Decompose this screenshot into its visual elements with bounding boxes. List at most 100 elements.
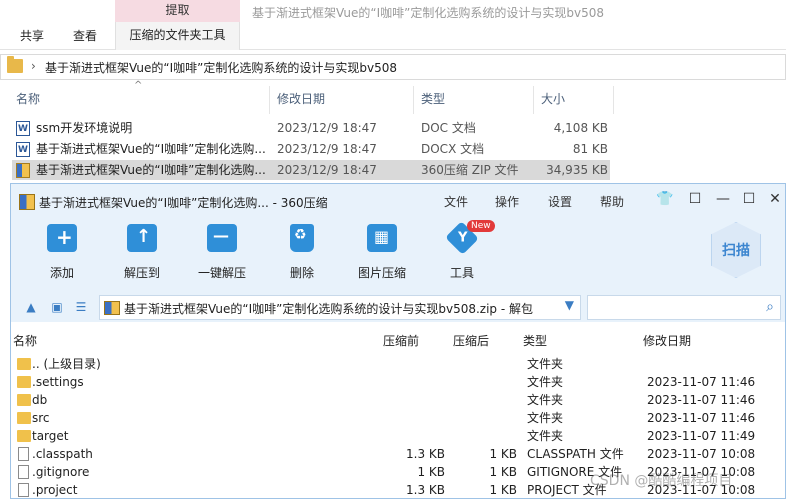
tools-label: 工具 [449, 266, 474, 280]
add-button[interactable]: 添加 [27, 224, 97, 281]
archive-path-field[interactable]: 基于渐进式框架Vue的“I咖啡”定制化选购系统的设计与实现bv508.zip -… [99, 295, 581, 320]
address-bar[interactable]: › 基于渐进式框架Vue的“I咖啡”定制化选购系统的设计与实现bv508 [0, 54, 786, 80]
watermark: CSDN @酷酷编程项目 [590, 473, 733, 489]
entry-type: CLASSPATH 文件 [527, 447, 624, 461]
minimize-icon[interactable]: — [713, 191, 733, 207]
zip-archive-icon [16, 163, 30, 178]
entry-type: 文件夹 [527, 357, 564, 371]
entry-type: 文件夹 [527, 411, 564, 425]
zip-nav-bar: ▲ ▣ ☰ 基于渐进式框架Vue的“I咖啡”定制化选购系统的设计与实现bv508… [11, 292, 785, 322]
column-header-name[interactable]: 名称 [16, 86, 270, 114]
folder-icon [17, 394, 31, 406]
menu-help[interactable]: 帮助 [600, 193, 624, 210]
maximize-icon[interactable]: ☐ [739, 191, 759, 207]
entry-date: 2023-11-07 11:49 [647, 429, 756, 443]
file-row-selected[interactable]: 基于渐进式框架Vue的“I咖啡”定制化选购... 2023/12/9 18:47… [12, 160, 610, 180]
file-type: DOC 文档 [421, 121, 476, 135]
menu-file[interactable]: 文件 [444, 193, 468, 210]
word-doc-icon [16, 119, 30, 139]
column-header-modified[interactable]: 修改日期 [643, 332, 691, 350]
skin-icon[interactable]: 👕 [655, 191, 675, 207]
entry-name: .project [32, 483, 78, 497]
entry-name: .gitignore [32, 465, 90, 479]
one-click-extract-label: 一键解压 [197, 266, 246, 280]
entry-type: 文件夹 [527, 375, 564, 389]
menu-settings[interactable]: 设置 [548, 193, 572, 210]
file-icon [18, 465, 29, 479]
up-arrow-icon[interactable]: ▲ [23, 300, 39, 314]
archive-row[interactable]: .. (上级目录) 文件夹 [11, 355, 785, 373]
add-icon [47, 224, 77, 252]
entry-date: 2023-11-07 11:46 [647, 411, 756, 425]
tab-extract[interactable]: 提取 [115, 0, 240, 22]
feedback-icon[interactable]: ☐ [685, 191, 705, 207]
column-header-type[interactable]: 类型 [523, 332, 547, 350]
file-row[interactable]: 基于渐进式框架Vue的“I咖啡”定制化选购... 2023/12/9 18:47… [12, 139, 610, 160]
thumbnail-view-icon[interactable]: ▣ [49, 300, 65, 314]
tools-button[interactable]: 工具 [427, 221, 497, 281]
entry-original-size: 1 KB [417, 465, 445, 479]
image-compress-icon [367, 224, 397, 252]
one-click-extract-icon [207, 224, 237, 252]
archive-row[interactable]: .settings 文件夹 2023-11-07 11:46 [11, 373, 785, 391]
archive-row[interactable]: .classpath 1.3 KB 1 KB CLASSPATH 文件 2023… [11, 445, 785, 463]
image-compress-button[interactable]: 图片压缩 [347, 224, 417, 281]
extract-to-button[interactable]: 解压到 [107, 224, 177, 281]
entry-name: .. (上级目录) [32, 357, 101, 371]
word-doc-icon [16, 140, 30, 160]
entry-name: .classpath [32, 447, 93, 461]
entry-compressed-size: 1 KB [489, 465, 517, 479]
delete-label: 删除 [289, 266, 314, 280]
delete-button[interactable]: 删除 [267, 224, 337, 281]
archive-row[interactable]: src 文件夹 2023-11-07 11:46 [11, 409, 785, 427]
folder-icon [7, 56, 23, 73]
file-size: 81 KB [572, 142, 608, 156]
file-name: 基于渐进式框架Vue的“I咖啡”定制化选购... [36, 142, 266, 156]
column-header-date[interactable]: 修改日期 [277, 86, 414, 114]
chevron-right-icon[interactable]: › [31, 59, 36, 73]
search-icon[interactable]: ⌕ [766, 299, 774, 315]
entry-name: src [32, 411, 50, 425]
ribbon: 提取 压缩的文件夹工具 基于渐进式框架Vue的“I咖啡”定制化选购系统的设计与实… [0, 0, 786, 50]
address-path[interactable]: 基于渐进式框架Vue的“I咖啡”定制化选购系统的设计与实现bv508 [45, 59, 397, 76]
zip-app-icon [19, 194, 35, 210]
archive-path: 基于渐进式框架Vue的“I咖啡”定制化选购系统的设计与实现bv508.zip -… [124, 302, 534, 316]
entry-date: 2023-11-07 10:08 [647, 447, 756, 461]
column-header-name[interactable]: 名称 [13, 332, 37, 350]
file-type: 360压缩 ZIP 文件 [421, 163, 519, 177]
new-badge: New [467, 220, 495, 232]
one-click-extract-button[interactable]: 一键解压 [187, 224, 257, 281]
menu-operation[interactable]: 操作 [495, 193, 519, 210]
entry-date: 2023-11-07 11:46 [647, 393, 756, 407]
column-header-original-size[interactable]: 压缩前 [383, 332, 419, 350]
zip-window: 基于渐进式框架Vue的“I咖啡”定制化选购... - 360压缩 文件 操作 设… [10, 183, 786, 499]
entry-compressed-size: 1 KB [489, 447, 517, 461]
folder-icon [17, 376, 31, 388]
folder-icon [17, 412, 31, 424]
chevron-down-icon[interactable]: ▼ [565, 298, 574, 312]
column-header-type[interactable]: 类型 [421, 86, 534, 114]
extract-icon [127, 224, 157, 252]
tab-compressed-folder-tools[interactable]: 压缩的文件夹工具 [115, 22, 240, 50]
folder-icon [17, 430, 31, 442]
zip-archive-icon [104, 301, 120, 315]
scan-button[interactable]: 扫描 [711, 222, 761, 278]
tab-view[interactable]: 查看 [73, 27, 97, 44]
entry-name: db [32, 393, 48, 407]
window-title: 基于渐进式框架Vue的“I咖啡”定制化选购系统的设计与实现bv508 [252, 6, 604, 20]
search-input[interactable]: ⌕ [587, 295, 781, 320]
archive-row[interactable]: target 文件夹 2023-11-07 11:49 [11, 427, 785, 445]
extract-label: 解压到 [123, 266, 160, 280]
entry-original-size: 1.3 KB [406, 447, 445, 461]
column-header-size[interactable]: 大小 [541, 86, 614, 114]
archive-row[interactable]: db 文件夹 2023-11-07 11:46 [11, 391, 785, 409]
file-date: 2023/12/9 18:47 [277, 121, 377, 135]
tab-share[interactable]: 共享 [20, 27, 44, 44]
file-row[interactable]: ssm开发环境说明 2023/12/9 18:47 DOC 文档 4,108 K… [12, 118, 610, 139]
entry-type: 文件夹 [527, 393, 564, 407]
list-view-icon[interactable]: ☰ [73, 300, 89, 314]
column-header-compressed-size[interactable]: 压缩后 [453, 332, 489, 350]
close-icon[interactable]: ✕ [765, 191, 785, 207]
add-label: 添加 [49, 266, 74, 280]
image-compress-label: 图片压缩 [357, 266, 406, 280]
